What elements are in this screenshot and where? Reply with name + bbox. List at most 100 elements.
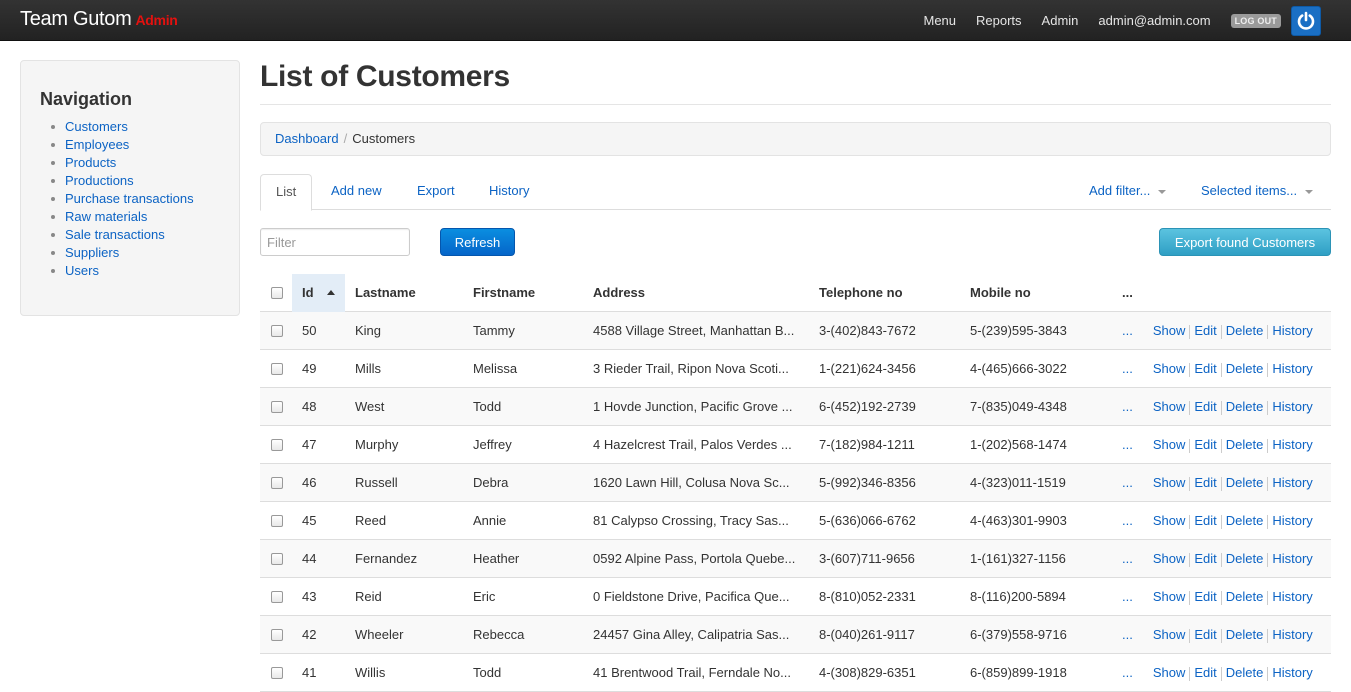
row-checkbox[interactable] [271,553,283,565]
row-checkbox[interactable] [271,363,283,375]
history-link[interactable]: History [1272,627,1312,642]
show-link[interactable]: Show [1153,551,1186,566]
delete-link[interactable]: Delete [1226,437,1264,452]
column-header-mobile[interactable]: Mobile no [970,274,1031,312]
column-header-telephone[interactable]: Telephone no [819,274,903,312]
edit-link[interactable]: Edit [1194,437,1216,452]
more-actions-link[interactable]: ... [1122,399,1133,414]
history-link[interactable]: History [1272,323,1312,338]
more-actions-link[interactable]: ... [1122,551,1133,566]
edit-link[interactable]: Edit [1194,551,1216,566]
show-link[interactable]: Show [1153,323,1186,338]
delete-link[interactable]: Delete [1226,399,1264,414]
row-checkbox[interactable] [271,629,283,641]
logout-button[interactable]: LOG OUT [1230,13,1281,28]
column-header-lastname[interactable]: Lastname [355,274,416,312]
tab-add-new[interactable]: Add new [331,174,382,210]
edit-link[interactable]: Edit [1194,361,1216,376]
delete-link[interactable]: Delete [1226,475,1264,490]
sidebar-link[interactable]: Users [65,263,99,278]
history-link[interactable]: History [1272,551,1312,566]
show-link[interactable]: Show [1153,475,1186,490]
breadcrumb-dashboard-link[interactable]: Dashboard [275,131,339,146]
export-found-button[interactable]: Export found Customers [1159,228,1331,256]
more-actions-link[interactable]: ... [1122,665,1133,680]
edit-link[interactable]: Edit [1194,627,1216,642]
history-link[interactable]: History [1272,399,1312,414]
filter-input[interactable] [260,228,410,256]
row-actions: ... Show Edit Delete History [1122,388,1313,426]
table-row: 42 Wheeler Rebecca 24457 Gina Alley, Calipa… [260,616,1331,654]
history-link[interactable]: History [1272,475,1312,490]
history-link[interactable]: History [1272,665,1312,680]
brand-name: Team Gutom [20,8,132,30]
tab-export[interactable]: Export [417,174,455,210]
more-actions-link[interactable]: ... [1122,323,1133,338]
more-actions-link[interactable]: ... [1122,589,1133,604]
column-header-firstname[interactable]: Firstname [473,274,535,312]
nav-menu-link[interactable]: Menu [923,13,956,28]
nav-user-email[interactable]: admin@admin.com [1098,13,1210,28]
sidebar-link[interactable]: Raw materials [65,209,147,224]
brand[interactable]: Team Gutom Admin [20,8,178,31]
row-checkbox[interactable] [271,477,283,489]
selected-items-dropdown[interactable]: Selected items... [1201,174,1314,210]
more-actions-link[interactable]: ... [1122,513,1133,528]
history-link[interactable]: History [1272,513,1312,528]
power-icon [1297,11,1315,30]
edit-link[interactable]: Edit [1194,399,1216,414]
row-checkbox[interactable] [271,439,283,451]
show-link[interactable]: Show [1153,589,1186,604]
sidebar-link[interactable]: Employees [65,137,129,152]
show-link[interactable]: Show [1153,513,1186,528]
nav-reports-link[interactable]: Reports [976,13,1022,28]
more-actions-link[interactable]: ... [1122,475,1133,490]
edit-link[interactable]: Edit [1194,589,1216,604]
tab-list[interactable]: List [260,174,313,211]
delete-link[interactable]: Delete [1226,551,1264,566]
show-link[interactable]: Show [1153,665,1186,680]
row-checkbox[interactable] [271,325,283,337]
sidebar-link[interactable]: Sale transactions [65,227,165,242]
sidebar-link[interactable]: Customers [65,119,128,134]
delete-link[interactable]: Delete [1226,513,1264,528]
refresh-button[interactable]: Refresh [440,228,515,256]
more-actions-link[interactable]: ... [1122,361,1133,376]
sidebar-link[interactable]: Purchase transactions [65,191,194,206]
power-button[interactable] [1291,5,1321,36]
more-actions-link[interactable]: ... [1122,437,1133,452]
delete-link[interactable]: Delete [1226,589,1264,604]
edit-link[interactable]: Edit [1194,665,1216,680]
action-divider [1267,438,1269,453]
row-checkbox[interactable] [271,515,283,527]
column-header-id[interactable]: Id [302,274,314,312]
history-link[interactable]: History [1272,361,1312,376]
column-header-address[interactable]: Address [593,274,645,312]
row-checkbox[interactable] [271,591,283,603]
cell-lastname: Willis [355,665,386,680]
edit-link[interactable]: Edit [1194,513,1216,528]
show-link[interactable]: Show [1153,361,1186,376]
nav-admin-link[interactable]: Admin [1042,13,1079,28]
tab-history[interactable]: History [489,174,529,210]
delete-link[interactable]: Delete [1226,323,1264,338]
show-link[interactable]: Show [1153,399,1186,414]
delete-link[interactable]: Delete [1226,627,1264,642]
more-actions-link[interactable]: ... [1122,627,1133,642]
row-checkbox[interactable] [271,667,283,679]
edit-link[interactable]: Edit [1194,475,1216,490]
select-all-checkbox[interactable] [271,287,283,299]
show-link[interactable]: Show [1153,627,1186,642]
sidebar-link[interactable]: Products [65,155,116,170]
history-link[interactable]: History [1272,437,1312,452]
show-link[interactable]: Show [1153,437,1186,452]
row-checkbox[interactable] [271,401,283,413]
sidebar-link[interactable]: Suppliers [65,245,119,260]
delete-link[interactable]: Delete [1226,665,1264,680]
add-filter-dropdown[interactable]: Add filter... [1089,174,1167,210]
sidebar-link[interactable]: Productions [65,173,134,188]
delete-link[interactable]: Delete [1226,361,1264,376]
history-link[interactable]: History [1272,589,1312,604]
edit-link[interactable]: Edit [1194,323,1216,338]
sidebar-item-users: Users [51,262,194,280]
